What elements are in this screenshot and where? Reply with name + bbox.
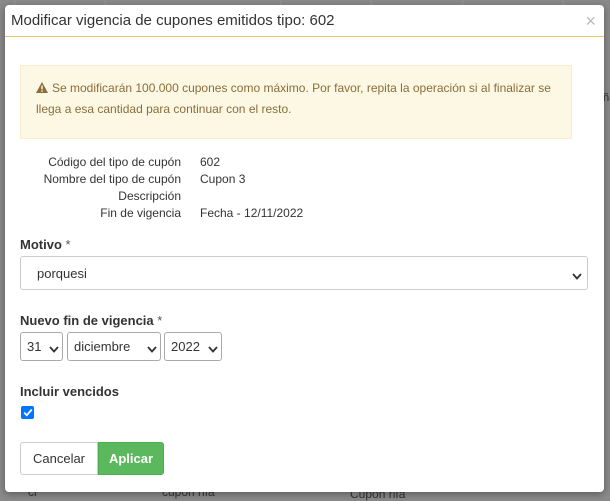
chevron-down-icon (572, 269, 582, 280)
motivo-label-text: Motivo (20, 237, 62, 252)
info-label: Fin de vigencia (100, 206, 181, 220)
info-label: Código del tipo de cupón (48, 155, 181, 169)
background-text: ña (603, 92, 610, 104)
chevron-down-icon (208, 342, 218, 353)
month-value: diciembre (74, 339, 131, 354)
warning-alert: Se modificarán 100.000 cupones como máxi… (20, 65, 572, 139)
cancel-button[interactable]: Cancelar (20, 442, 98, 475)
new-end-date-label-text: Nuevo fin de vigencia (20, 313, 154, 328)
chevron-down-icon (49, 342, 59, 353)
checkmark-icon (23, 408, 32, 417)
required-marker: * (65, 237, 71, 252)
motivo-label: Motivo * (20, 237, 71, 252)
info-label: Descripción (118, 189, 181, 203)
include-expired-label: Incluir vencidos (20, 384, 119, 399)
alert-text: Se modificarán 100.000 cupones como máxi… (36, 81, 551, 116)
new-end-date-label: Nuevo fin de vigencia * (20, 313, 162, 328)
info-value: Cupon 3 (200, 172, 246, 186)
warning-icon (36, 78, 48, 99)
modify-validity-modal: Modificar vigencia de cupones emitidos t… (5, 5, 604, 492)
motivo-value: porquesi (37, 265, 87, 281)
month-select[interactable]: diciembre (67, 332, 161, 361)
info-value: Fecha - 12/11/2022 (200, 206, 304, 220)
day-select[interactable]: 31 (20, 332, 63, 361)
info-label: Nombre del tipo de cupón (43, 172, 181, 186)
year-select[interactable]: 2022 (164, 332, 222, 361)
motivo-select[interactable]: porquesi (20, 256, 588, 290)
info-value: 602 (200, 155, 221, 169)
year-value: 2022 (171, 339, 200, 354)
chevron-down-icon (147, 342, 157, 353)
apply-button[interactable]: Aplicar (98, 442, 164, 475)
day-value: 31 (27, 339, 42, 354)
modal-header: Modificar vigencia de cupones emitidos t… (5, 5, 604, 37)
required-marker: * (157, 313, 163, 328)
close-icon[interactable]: × (585, 12, 596, 30)
include-expired-checkbox[interactable] (21, 406, 34, 419)
modal-title: Modificar vigencia de cupones emitidos t… (11, 12, 335, 29)
